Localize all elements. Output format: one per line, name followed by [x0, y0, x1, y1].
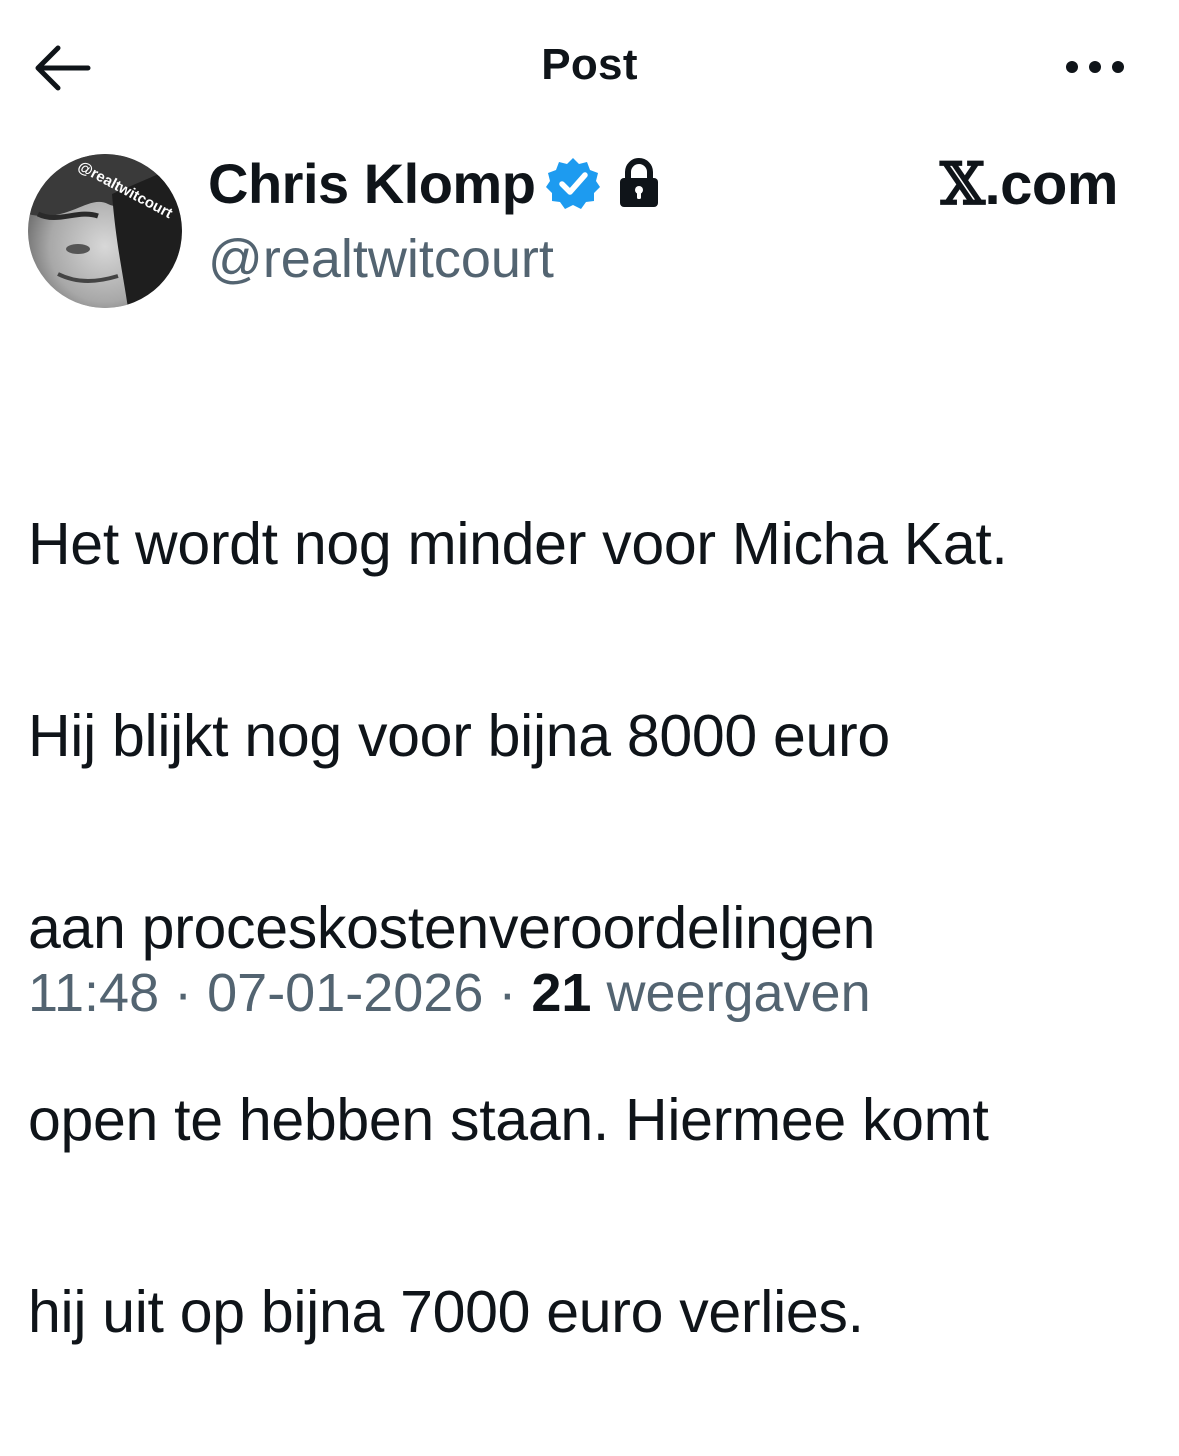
post-time[interactable]: 11:48: [28, 963, 159, 1023]
more-horizontal-icon: [1066, 61, 1124, 73]
post-text-line: hij uit op bijna 7000 euro verlies.: [28, 1279, 864, 1345]
post-date[interactable]: 07-01-2026: [207, 963, 483, 1023]
lock-icon: [620, 158, 659, 207]
post-text-line: Hij blijkt nog voor bijna 8000 euro: [28, 703, 890, 769]
meta-separator: ·: [483, 963, 532, 1023]
x-logo: 𝕏: [940, 150, 985, 218]
post-text-line: Het wordt nog minder voor Micha Kat.: [28, 511, 1008, 577]
author-display-name[interactable]: Chris Klomp: [208, 151, 536, 216]
x-com-watermark: 𝕏.com: [940, 150, 1118, 218]
top-bar: Post: [0, 0, 1179, 130]
watermark-domain: .com: [984, 152, 1119, 217]
more-options-button[interactable]: [1060, 52, 1130, 82]
author-name-row: Chris Klomp: [208, 148, 663, 218]
avatar[interactable]: @realtwitcourt: [28, 154, 182, 308]
author-handle[interactable]: @realtwitcourt: [208, 228, 554, 290]
post-text-line: open te hebben staan. Hiermee komt: [28, 1087, 989, 1153]
page-title: Post: [541, 40, 638, 89]
views-label[interactable]: weergaven: [591, 963, 870, 1023]
post-meta: 11:48 · 07-01-2026 · 21 weergaven: [28, 962, 871, 1024]
meta-separator: ·: [159, 963, 208, 1023]
verified-badge-icon[interactable]: [545, 155, 601, 211]
post-text: Het wordt nog minder voor Micha Kat. Hij…: [28, 400, 1168, 1456]
views-count[interactable]: 21: [531, 963, 591, 1023]
